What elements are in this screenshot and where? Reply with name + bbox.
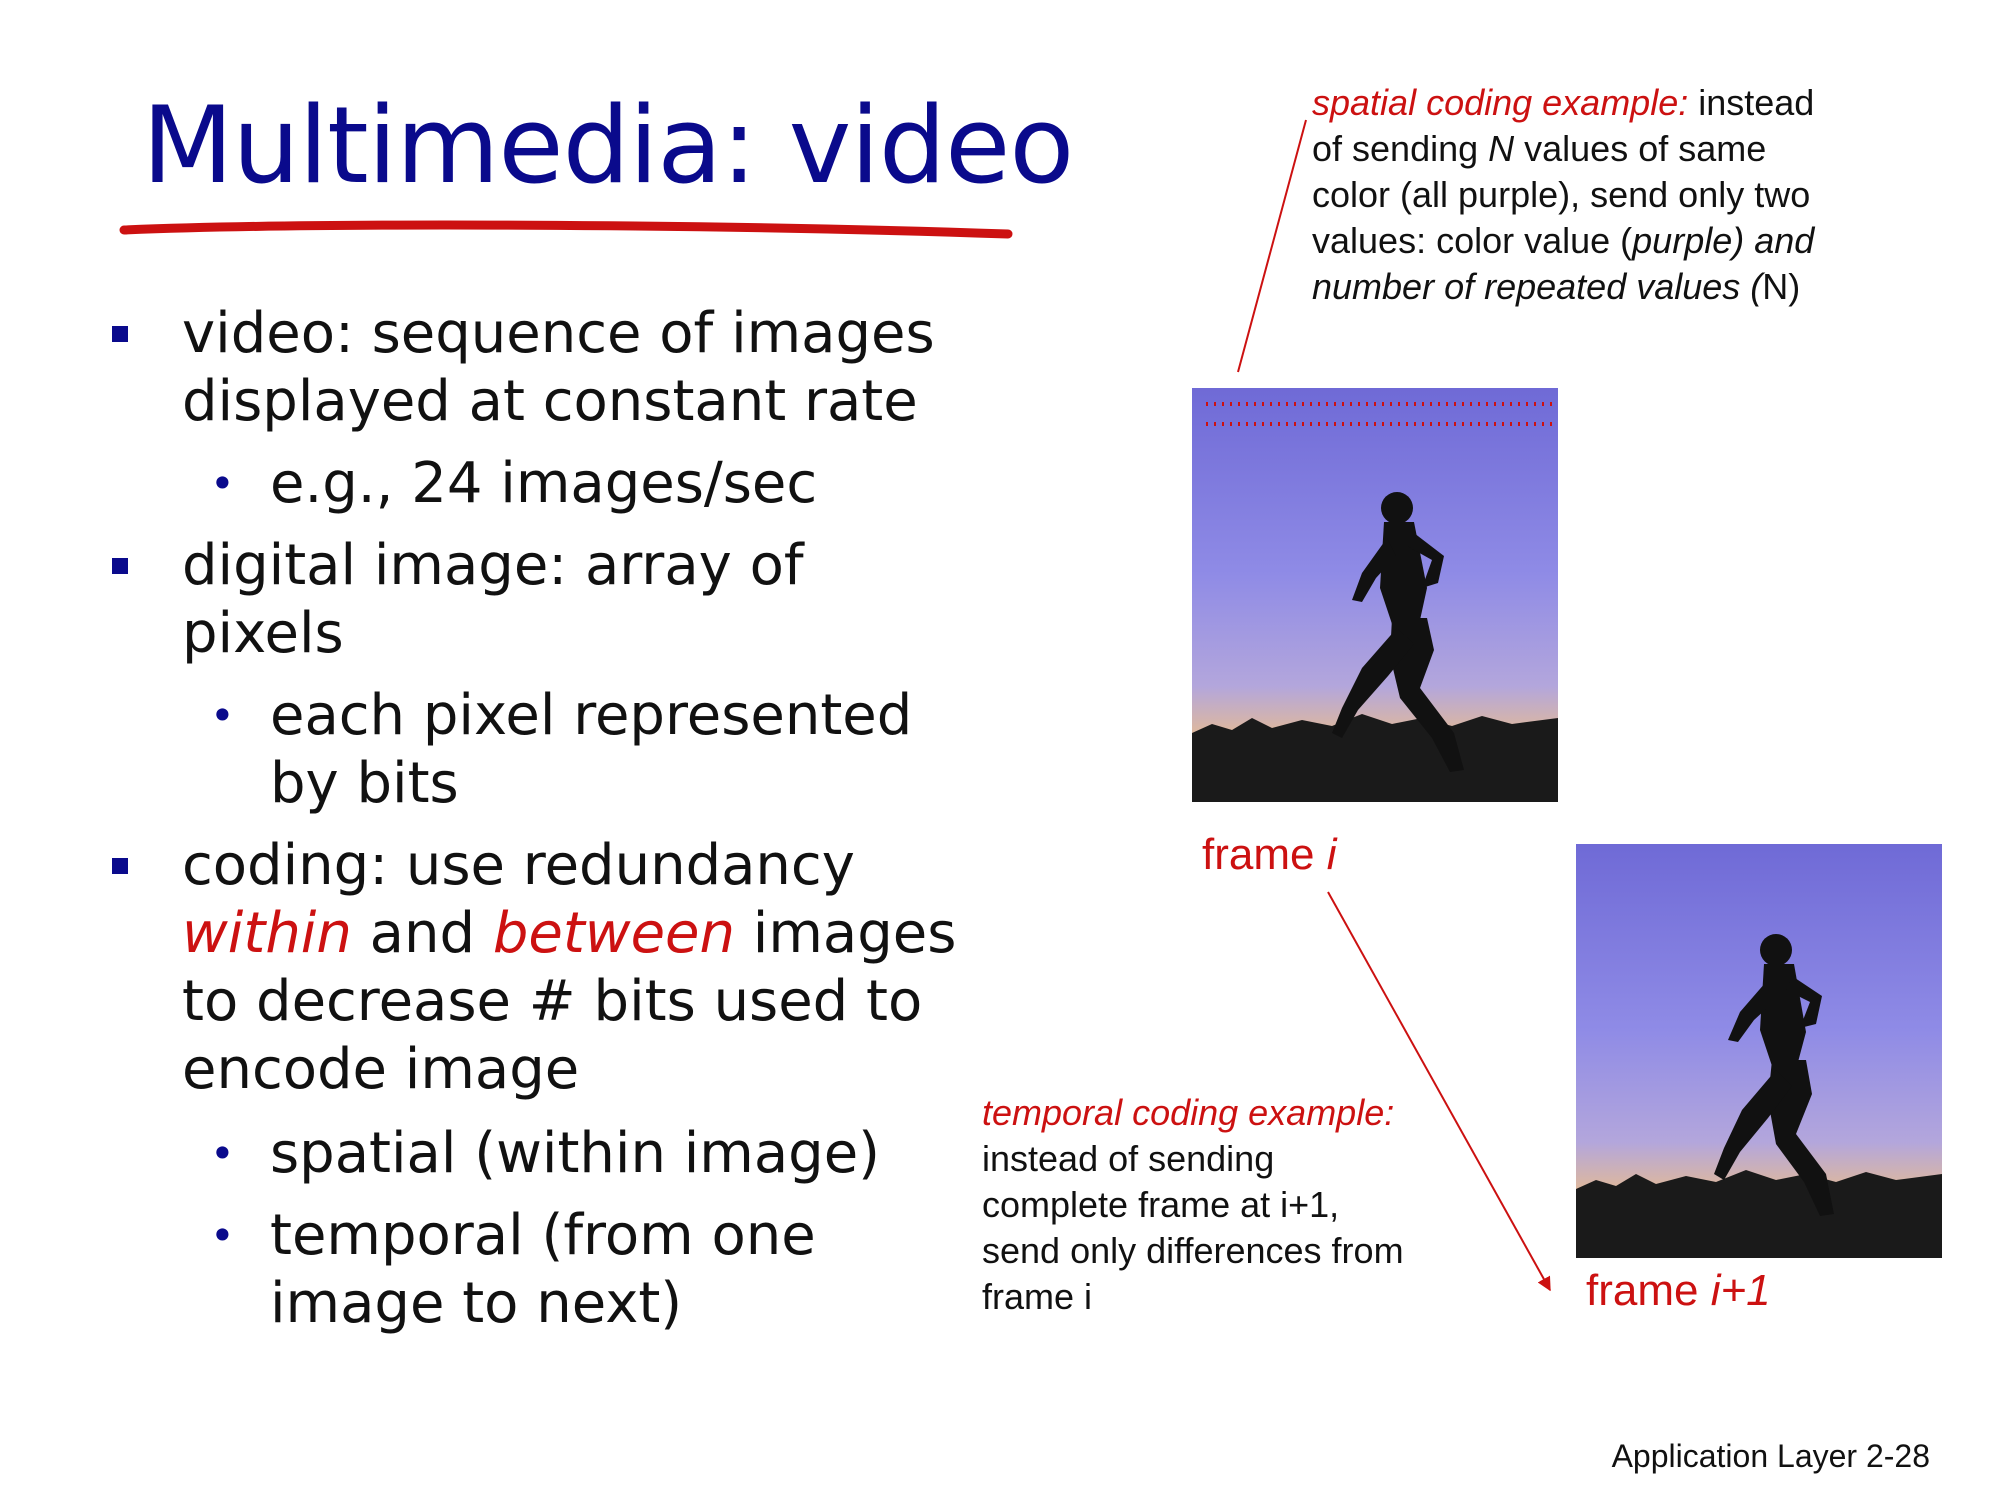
temporal-arrow: [1327, 891, 1551, 1292]
slide-footer: Application Layer 2-28: [1611, 1438, 1930, 1474]
spatial-callout-line: [1237, 119, 1307, 373]
connector-lines: [1237, 119, 1551, 1292]
slide: Multimedia: video video: sequence of ima…: [0, 0, 2000, 1500]
